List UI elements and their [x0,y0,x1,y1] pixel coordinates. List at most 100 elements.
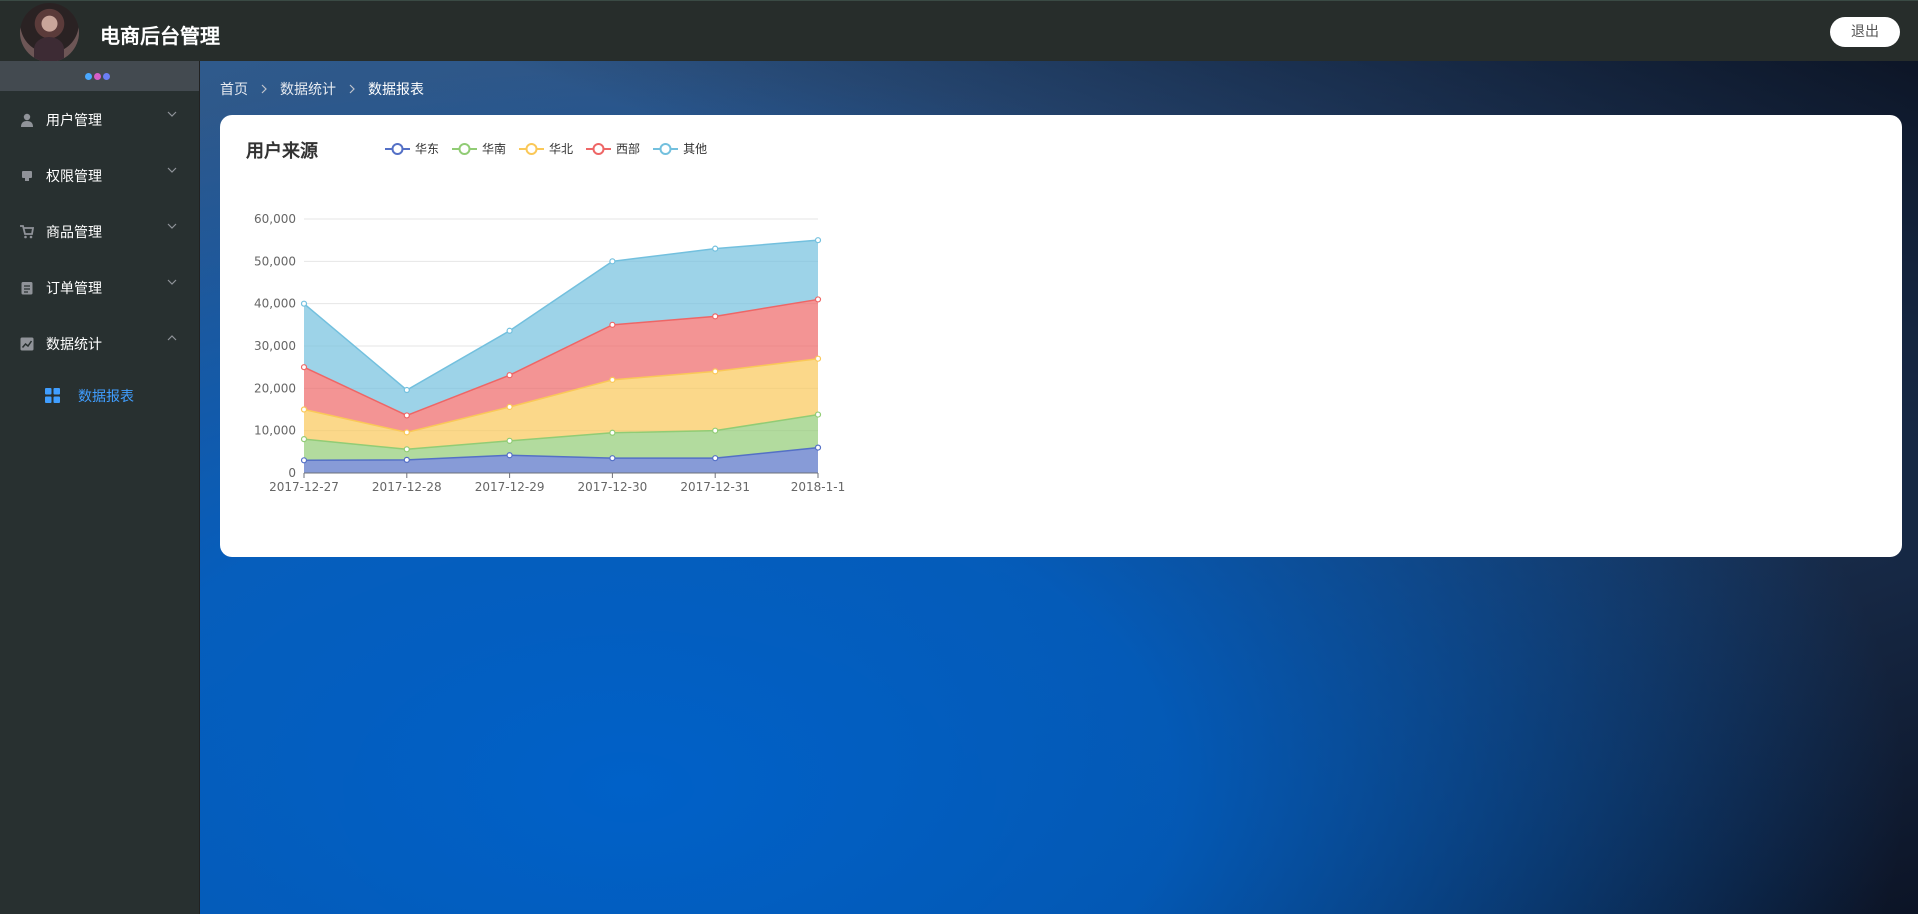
data-point [300,457,308,464]
x-tick-label: 2017-12-31 [680,480,750,494]
legend-label: 西部 [616,142,641,156]
data-point [814,296,822,303]
breadcrumb: 首页 数据统计 数据报表 [220,79,424,99]
sidebar-item-permissions[interactable]: 权限管理 [0,147,199,203]
permission-icon [22,171,32,181]
legend-item[interactable]: 其他 [653,140,707,157]
sidebar-item-users[interactable]: 用户管理 [0,91,199,147]
chart-title: 用户来源 [246,141,318,162]
data-point [403,456,410,463]
sidebar-item-label: 权限管理 [46,169,102,185]
breadcrumb-separator-icon [349,84,355,94]
data-point [609,258,616,265]
breadcrumb-home[interactable]: 首页 [220,79,248,99]
chevron-down-icon [167,279,177,285]
data-point [300,364,308,371]
data-point [403,412,410,419]
x-tick-label: 2017-12-29 [475,480,545,494]
sidebar-item-products[interactable]: 商品管理 [0,203,199,259]
legend-item[interactable]: 华北 [519,140,573,157]
chevron-up-icon [167,335,177,341]
legend-marker-icon [653,142,679,155]
legend-marker-icon [385,142,410,155]
x-tick-label: 2018-1-1 [791,480,845,494]
y-tick-label: 40,000 [254,297,296,311]
logout-button[interactable]: 退出 [1830,17,1900,47]
legend-label: 其他 [683,142,708,156]
data-point [506,437,513,444]
data-point [506,327,513,334]
sidebar-item-statistics[interactable]: 数据统计 [0,315,199,371]
data-point [712,455,719,462]
data-point [609,455,616,462]
sidebar-collapse-toggle[interactable] [0,61,199,91]
breadcrumb-current: 数据报表 [368,82,424,98]
app-title: 电商后台管理 [100,24,220,48]
data-point [712,245,719,252]
chart-legend: 华东 华南 华北 西部 其他 [385,140,720,157]
data-point [403,386,410,394]
legend-marker-icon [519,142,545,155]
breadcrumb-section: 数据统计 [280,82,336,98]
sidebar-item-label: 订单管理 [46,281,102,297]
y-tick-label: 0 [288,466,296,480]
y-tick-label: 60,000 [254,212,296,226]
data-point [712,427,719,434]
y-tick-label: 10,000 [254,424,296,438]
toggle-dot-icon [85,73,92,80]
legend-marker-icon [452,142,478,155]
sidebar: 用户管理 权限管理 商品管理 订单管理 数据统计 数据报表 [0,61,200,914]
data-point [300,436,308,443]
data-point [506,403,513,411]
avatar [20,3,79,62]
legend-marker-icon [586,142,612,155]
main-content: 首页 数据统计 数据报表 0 10,000 20,000 30,000 40,000 50… [200,61,1918,914]
data-point [609,321,616,328]
report-card: 0 10,000 20,000 30,000 40,000 50,000 60,000 201… [220,115,1902,557]
legend-label: 华东 [415,142,440,156]
data-point [506,452,513,459]
legend-label: 华北 [549,142,574,156]
cart-icon [20,225,34,239]
legend-item[interactable]: 华南 [452,140,506,157]
legend-item[interactable]: 华东 [385,140,439,157]
y-tick-label: 30,000 [254,339,296,353]
sidebar-item-label: 商品管理 [46,225,102,241]
chevron-down-icon [167,223,177,229]
grid-icon [45,388,60,403]
data-point [814,444,822,451]
data-point [609,429,616,436]
data-point [814,237,822,244]
top-header: 电商后台管理 退出 [0,0,1918,62]
user-icon [21,113,33,127]
breadcrumb-separator-icon [261,84,267,94]
sidebar-subitem-label: 数据报表 [78,389,134,405]
toggle-dot-icon [94,73,101,80]
chevron-down-icon [167,111,177,117]
data-point [712,313,719,320]
data-point [814,411,822,418]
data-point [506,372,513,379]
data-point [814,355,822,362]
data-point [300,300,308,307]
data-point [609,376,616,383]
x-tick-label: 2017-12-27 [269,480,339,494]
data-point [712,368,719,375]
order-icon [21,282,33,295]
legend-item[interactable]: 西部 [586,140,640,157]
sidebar-item-label: 用户管理 [46,113,102,129]
data-point [300,406,308,413]
sidebar-item-orders[interactable]: 订单管理 [0,259,199,315]
y-tick-label: 50,000 [254,254,296,268]
x-tick-label: 2017-12-28 [372,480,442,494]
legend-label: 华南 [482,142,507,156]
data-point [403,446,410,453]
data-point [403,429,410,436]
sidebar-subitem-report[interactable]: 数据报表 [0,371,199,421]
x-tick-label: 2017-12-30 [578,480,648,494]
stats-icon [20,337,34,351]
sidebar-item-label: 数据统计 [46,337,102,353]
y-tick-label: 20,000 [254,381,296,395]
toggle-dot-icon [103,73,110,80]
chevron-down-icon [167,167,177,173]
